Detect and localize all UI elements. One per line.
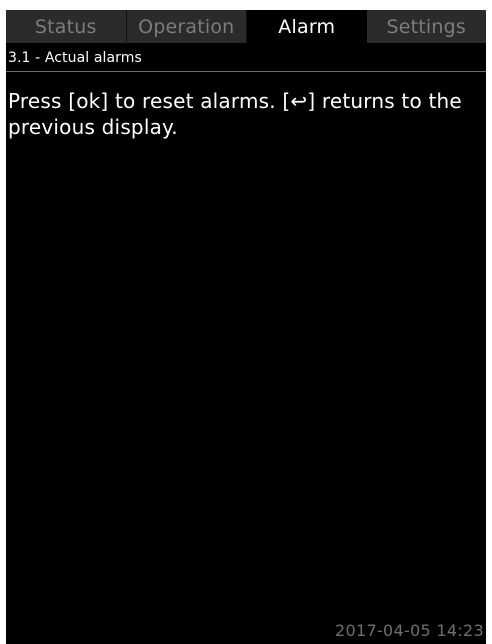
tab-bar: Status Operation Alarm Settings <box>6 10 486 43</box>
tab-status-label: Status <box>34 15 97 38</box>
display-screen: Status Operation Alarm Settings 3.1 - Ac… <box>6 10 486 644</box>
tab-alarm-label: Alarm <box>278 15 336 38</box>
tab-status[interactable]: Status <box>6 10 127 43</box>
tab-alarm[interactable]: Alarm <box>247 10 367 43</box>
tab-settings-label: Settings <box>386 15 467 38</box>
tab-operation[interactable]: Operation <box>126 10 247 43</box>
title-divider <box>6 71 486 72</box>
date-time-readout: 2017-04-05 14:23 <box>335 621 484 640</box>
menu-title: 3.1 - Actual alarms <box>8 50 142 66</box>
tab-settings[interactable]: Settings <box>366 10 486 43</box>
reset-instruction-text: Press [ok] to reset alarms. [↩] returns … <box>8 89 462 139</box>
tab-operation-label: Operation <box>138 15 235 38</box>
